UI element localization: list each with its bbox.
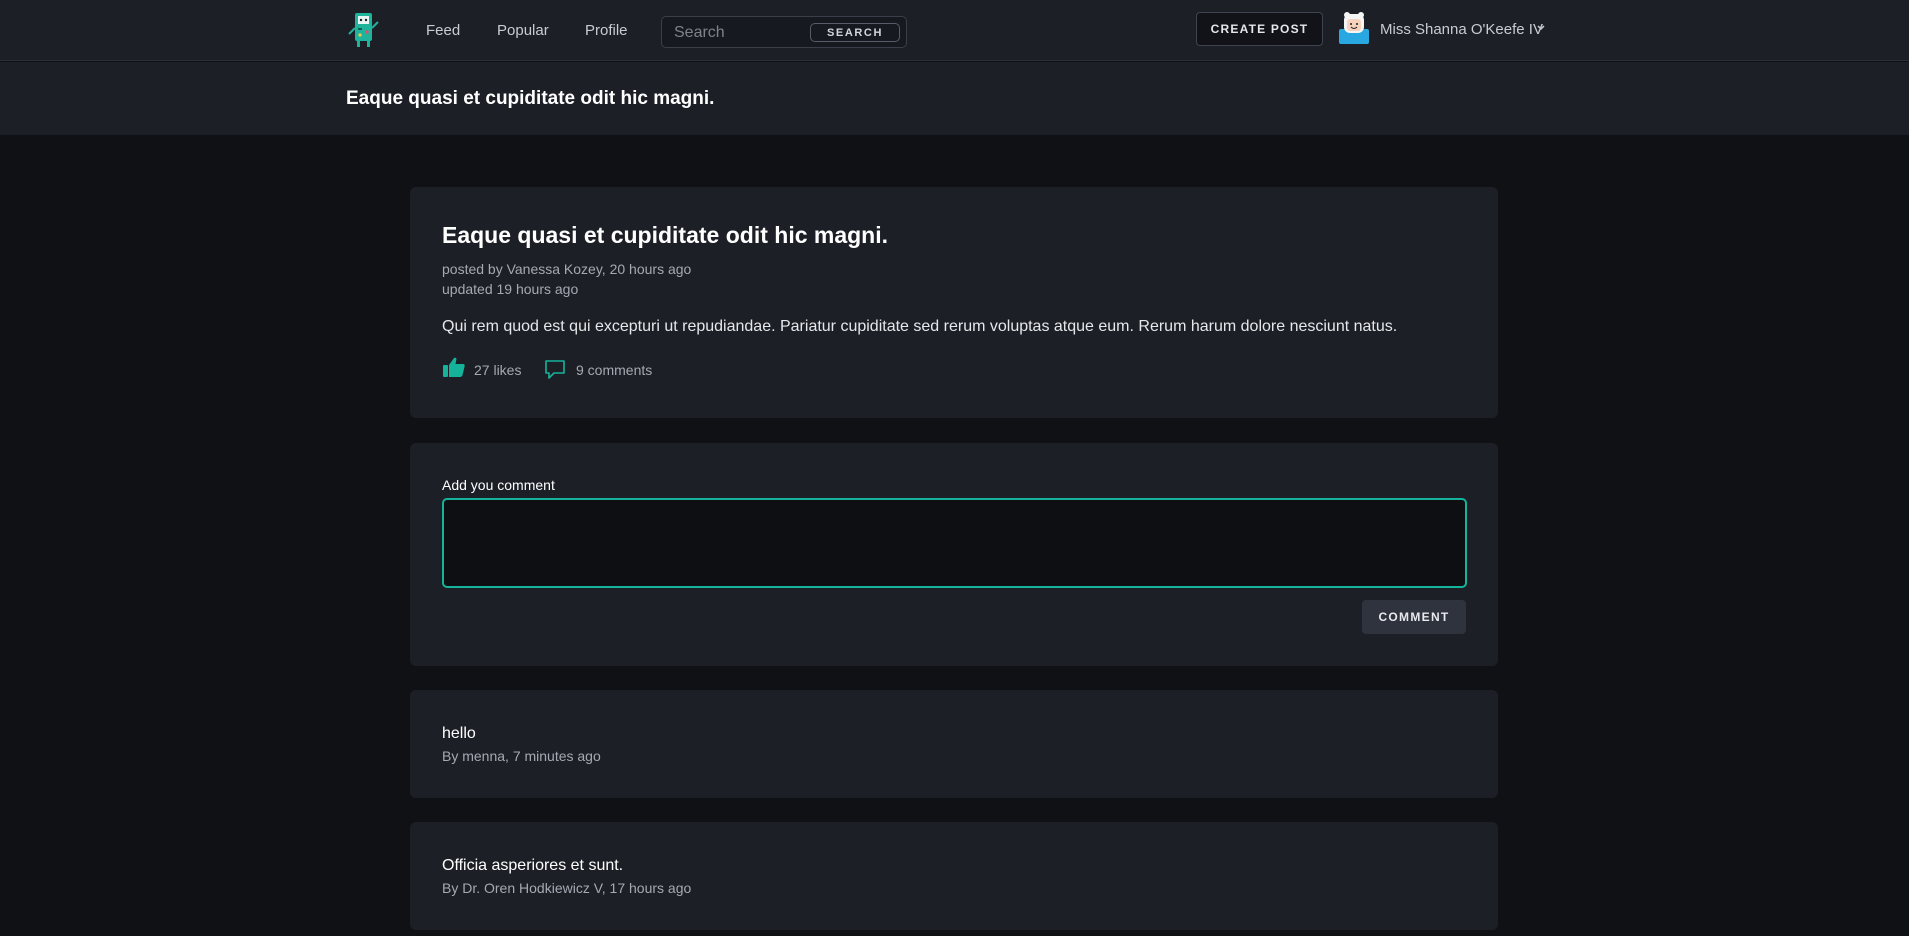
create-post-button[interactable]: CREATE POST (1196, 12, 1323, 46)
comment-meta: By Dr. Oren Hodkiewicz V, 17 hours ago (442, 880, 692, 896)
comment-textarea[interactable] (442, 498, 1467, 588)
comment-meta: By menna, 7 minutes ago (442, 748, 601, 764)
thumbs-up-icon[interactable] (442, 356, 466, 378)
user-name[interactable]: Miss Shanna O'Keefe IV (1380, 21, 1543, 38)
comment-item: hello By menna, 7 minutes ago (410, 690, 1498, 798)
post-title: Eaque quasi et cupiditate odit hic magni… (442, 222, 889, 248)
post-updated-meta: updated 19 hours ago (442, 281, 579, 297)
comment-text: hello (442, 725, 476, 742)
search-box: SEARCH (661, 16, 907, 48)
page-title: Eaque quasi et cupiditate odit hic magni… (346, 88, 715, 109)
comment-item: Officia asperiores et sunt. By Dr. Oren … (410, 822, 1498, 930)
comment-text: Officia asperiores et sunt. (442, 857, 624, 874)
search-input[interactable] (672, 21, 812, 45)
nav-popular-link[interactable]: Popular (497, 22, 549, 39)
speech-bubble-icon[interactable] (544, 359, 566, 381)
search-button[interactable]: SEARCH (810, 23, 900, 42)
post-body: Qui rem quod est qui excepturi ut repudi… (442, 318, 1398, 335)
comment-submit-button[interactable]: COMMENT (1362, 600, 1466, 634)
avatar[interactable] (1339, 12, 1369, 44)
chevron-down-icon[interactable] (1536, 23, 1546, 33)
top-navbar: Feed Popular Profile SEARCH CREATE POST … (0, 0, 1909, 61)
robot-logo-icon[interactable] (346, 10, 382, 48)
page-header: Eaque quasi et cupiditate odit hic magni… (0, 62, 1909, 135)
nav-feed-link[interactable]: Feed (426, 22, 460, 39)
post-card: Eaque quasi et cupiditate odit hic magni… (410, 187, 1498, 418)
post-author-meta: posted by Vanessa Kozey, 20 hours ago (442, 261, 692, 277)
comment-form-card: Add you comment COMMENT (410, 443, 1498, 666)
comment-field-label: Add you comment (442, 477, 555, 493)
like-count: 27 likes (474, 362, 522, 378)
nav-profile-link[interactable]: Profile (585, 22, 628, 39)
comment-count[interactable]: 9 comments (576, 362, 652, 378)
